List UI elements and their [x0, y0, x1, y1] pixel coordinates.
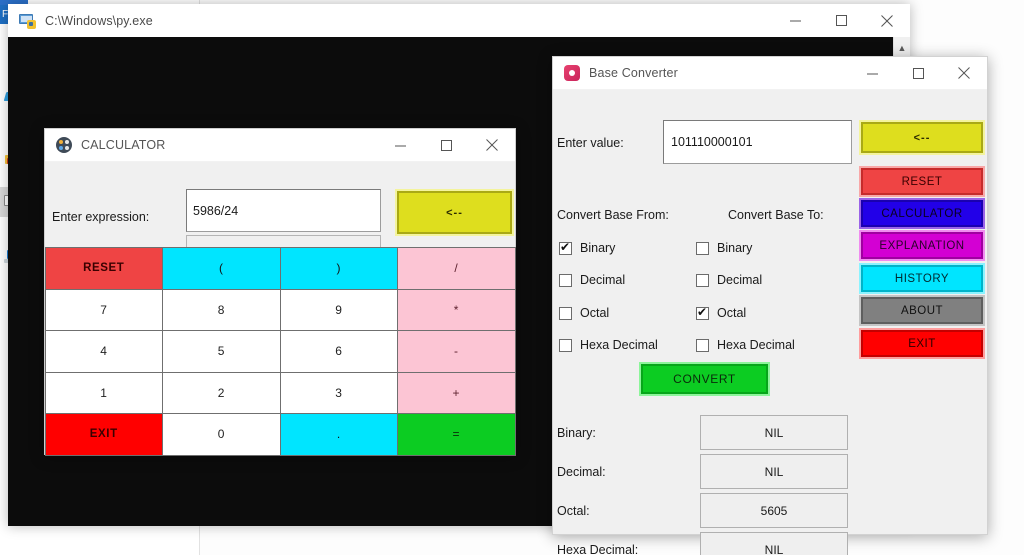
calculator-app-icon	[56, 137, 72, 153]
checkbox-label: Octal	[717, 306, 747, 320]
value-label: Enter value:	[557, 136, 624, 150]
checkbox-icon[interactable]	[696, 338, 709, 352]
calc-key-exit[interactable]: EXIT	[44, 413, 163, 456]
close-icon[interactable]	[864, 4, 910, 37]
checkbox-icon[interactable]	[696, 305, 709, 320]
minimize-icon[interactable]	[849, 57, 895, 90]
checkbox-icon[interactable]	[559, 240, 572, 255]
value-input[interactable]: 101110000101	[663, 120, 852, 164]
from-option-binary[interactable]: Binary	[559, 240, 616, 255]
calc-key-[interactable]: *	[397, 288, 516, 331]
base-converter-app-icon	[564, 65, 580, 81]
calc-key-7[interactable]: 7	[44, 288, 163, 331]
maximize-icon[interactable]	[895, 57, 941, 90]
base-converter-title-text: Base Converter	[589, 66, 678, 80]
checkbox-icon[interactable]	[559, 338, 572, 352]
side-button-about[interactable]: ABOUT	[859, 295, 985, 326]
backspace-button[interactable]: <--	[395, 189, 514, 236]
console-title-text: C:\Windows\py.exe	[45, 13, 153, 28]
checkbox-label: Binary	[717, 241, 753, 255]
convert-to-heading: Convert Base To:	[728, 208, 824, 222]
console-title-bar[interactable]: C:\Windows\py.exe	[8, 4, 910, 37]
checkbox-icon[interactable]	[559, 306, 572, 320]
minimize-icon[interactable]	[772, 4, 818, 37]
checkbox-label: Hexa Decimal	[717, 338, 795, 352]
calc-key-6[interactable]: 6	[279, 330, 398, 373]
checkbox-label: Decimal	[717, 273, 763, 287]
result-value-hexa-decimal: NIL	[700, 532, 848, 555]
calculator-body: Enter expression: 5986/24 Answer: 249.41…	[44, 162, 516, 456]
to-option-octal[interactable]: Octal	[696, 305, 747, 320]
calc-key-1[interactable]: 1	[44, 371, 163, 414]
result-label-octal: Octal:	[557, 504, 590, 518]
result-label-decimal: Decimal:	[557, 465, 606, 479]
side-button-history[interactable]: HISTORY	[859, 263, 985, 294]
desktop-screen: File	[0, 0, 1024, 555]
checkbox-label: Binary	[580, 241, 616, 255]
py-exe-icon	[19, 12, 36, 29]
console-window-controls[interactable]	[772, 4, 910, 37]
calc-key-[interactable]: .	[279, 413, 398, 456]
result-label-binary: Binary:	[557, 426, 596, 440]
checkbox-label: Octal	[580, 306, 610, 320]
base-converter-window-controls[interactable]	[849, 57, 987, 90]
checkbox-label: Hexa Decimal	[580, 338, 658, 352]
base-converter-window[interactable]: Base Converter Enter value: 101110000101…	[552, 56, 988, 555]
calc-key-[interactable]: +	[397, 371, 516, 414]
minimize-icon[interactable]	[377, 129, 423, 162]
to-option-hexa-decimal[interactable]: Hexa Decimal	[696, 338, 795, 352]
side-button-[interactable]: <--	[859, 120, 985, 155]
calc-key-9[interactable]: 9	[279, 288, 398, 331]
maximize-icon[interactable]	[423, 129, 469, 162]
calc-key-[interactable]: /	[397, 247, 516, 290]
calculator-keypad: RESET()/ 7 8 9 * 4 5 6- 1 2 3 + EXIT 0. =	[44, 246, 516, 456]
expression-input[interactable]: 5986/24	[186, 189, 381, 232]
checkbox-icon[interactable]	[559, 273, 572, 287]
to-option-binary[interactable]: Binary	[696, 241, 752, 255]
calc-key-5[interactable]: 5	[162, 330, 281, 373]
to-option-decimal[interactable]: Decimal	[696, 273, 762, 287]
calc-key-4[interactable]: 4	[44, 330, 163, 373]
from-option-octal[interactable]: Octal	[559, 306, 609, 320]
calc-key-0[interactable]: 0	[162, 413, 281, 456]
result-value-decimal: NIL	[700, 454, 848, 489]
calc-key-3[interactable]: 3	[279, 371, 398, 414]
side-button-exit[interactable]: EXIT	[859, 328, 985, 359]
calc-key-[interactable]: =	[397, 413, 516, 456]
close-icon[interactable]	[469, 129, 515, 162]
from-option-decimal[interactable]: Decimal	[559, 273, 625, 287]
base-converter-title-bar[interactable]: Base Converter	[553, 57, 987, 90]
checkbox-icon[interactable]	[696, 241, 709, 255]
convert-from-heading: Convert Base From:	[557, 208, 669, 222]
calculator-title-text: CALCULATOR	[81, 138, 166, 152]
calc-key-[interactable]: -	[397, 330, 516, 373]
close-icon[interactable]	[941, 57, 987, 90]
base-converter-body: Enter value: 101110000101 Convert Base F…	[553, 90, 987, 555]
calc-key-8[interactable]: 8	[162, 288, 281, 331]
expression-label: Enter expression:	[52, 210, 150, 224]
calc-key-2[interactable]: 2	[162, 371, 281, 414]
calc-key-reset[interactable]: RESET	[44, 247, 163, 290]
result-value-octal: 5605	[700, 493, 848, 528]
side-button-reset[interactable]: RESET	[859, 166, 985, 197]
from-option-hexa-decimal[interactable]: Hexa Decimal	[559, 338, 658, 352]
checkbox-icon[interactable]	[696, 273, 709, 287]
maximize-icon[interactable]	[818, 4, 864, 37]
side-button-explanation[interactable]: EXPLANATION	[859, 230, 985, 261]
convert-button[interactable]: CONVERT	[639, 362, 770, 396]
calc-key-[interactable]: )	[279, 247, 398, 290]
calculator-window[interactable]: CALCULATOR Enter expression: 5986/24 Ans…	[44, 128, 516, 456]
calculator-window-controls[interactable]	[377, 129, 515, 162]
calculator-title-bar[interactable]: CALCULATOR	[45, 129, 515, 162]
result-label-hexa-decimal: Hexa Decimal:	[557, 543, 639, 555]
result-value-binary: NIL	[700, 415, 848, 450]
checkbox-label: Decimal	[580, 273, 626, 287]
calc-key-[interactable]: (	[162, 247, 281, 290]
side-button-calculator[interactable]: CALCULATOR	[859, 198, 985, 229]
